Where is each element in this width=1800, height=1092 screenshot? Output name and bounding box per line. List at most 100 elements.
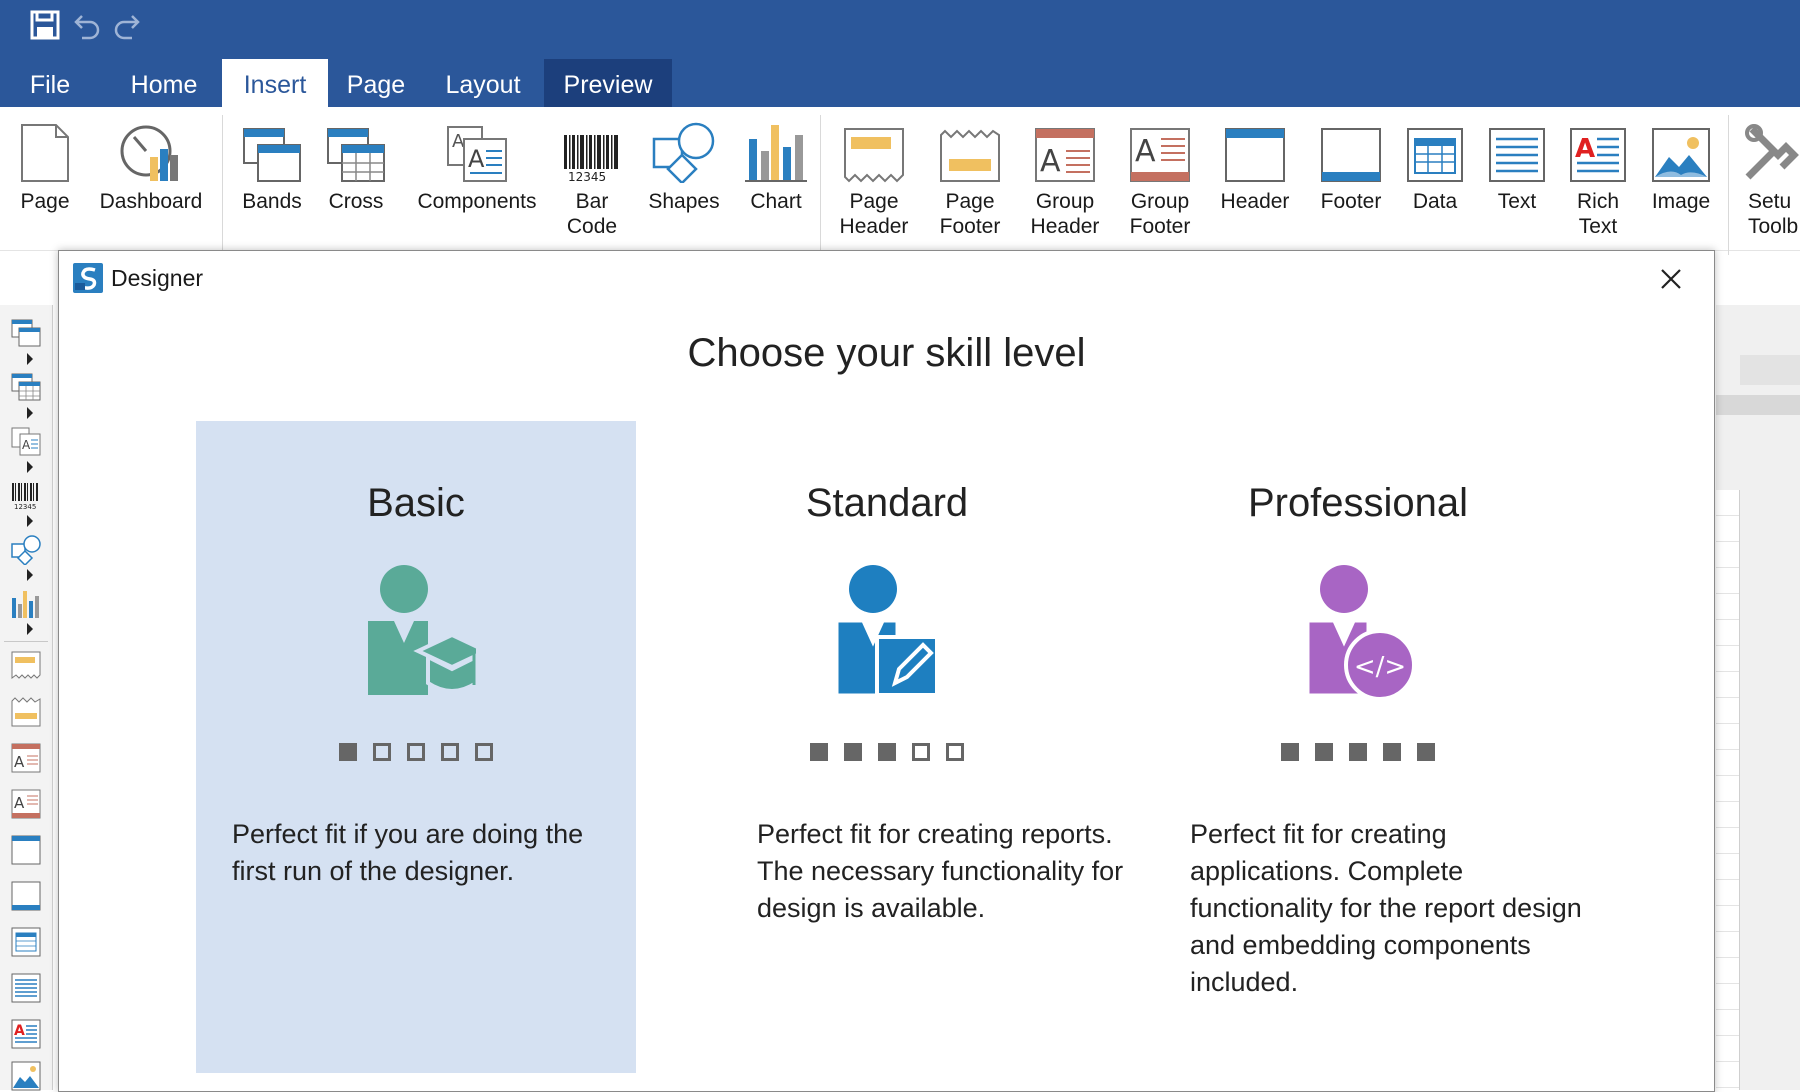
image-icon — [1652, 128, 1710, 182]
bands-label: Bands — [242, 190, 302, 213]
page-header-label: Page Header — [839, 190, 909, 238]
rich-text-icon[interactable]: A — [11, 1019, 41, 1049]
chart-button[interactable]: Chart — [738, 119, 814, 214]
skill-card-basic[interactable]: Basic Perfect fit if you are doing the f… — [196, 421, 636, 1073]
chart-icon[interactable] — [11, 589, 41, 619]
group-header-button[interactable]: A Group Header — [1024, 119, 1106, 239]
shapes-icon[interactable] — [11, 535, 41, 565]
image-icon[interactable] — [11, 1061, 41, 1091]
tab-file[interactable]: File — [10, 59, 90, 107]
shapes-label: Shapes — [648, 190, 720, 213]
bands-icon[interactable] — [11, 319, 41, 349]
text-icon[interactable] — [11, 973, 41, 1003]
redo-icon[interactable] — [110, 8, 146, 44]
page-header-button[interactable]: Page Header — [834, 119, 914, 239]
cross-icon — [327, 128, 385, 182]
tab-preview[interactable]: Preview — [544, 59, 672, 107]
page-footer-icon[interactable] — [11, 697, 41, 727]
save-icon[interactable] — [28, 8, 64, 44]
image-button[interactable]: Image — [1642, 119, 1720, 214]
skill-card-professional[interactable]: Professional </> Perfect fit for creatin… — [1138, 421, 1582, 1073]
card-description: Perfect fit for creating applications. C… — [1190, 819, 1582, 997]
image-label: Image — [1651, 190, 1711, 213]
page-footer-button[interactable]: Page Footer — [930, 119, 1010, 239]
data-label: Data — [1412, 190, 1458, 213]
level-square — [407, 743, 425, 761]
components-button[interactable]: AA Components — [414, 119, 540, 214]
level-square — [878, 743, 896, 761]
user-graduate-icon — [368, 565, 476, 695]
rich-text-button[interactable]: A Rich Text — [1562, 119, 1634, 239]
toolbox-separator — [4, 641, 48, 642]
page-footer-label: Page Footer — [939, 190, 1001, 238]
cross-label: Cross — [328, 190, 384, 213]
footer-icon[interactable] — [11, 881, 41, 911]
header-icon — [1225, 128, 1285, 182]
title-bar — [0, 0, 1800, 59]
rich-text-icon: A — [1570, 128, 1626, 182]
level-square — [946, 743, 964, 761]
components-icon: AA — [447, 126, 507, 182]
data-button[interactable]: Data — [1398, 119, 1472, 214]
header-button[interactable]: Header — [1214, 119, 1296, 214]
text-label: Text — [1497, 190, 1537, 213]
level-square — [441, 743, 459, 761]
level-square — [1281, 743, 1299, 761]
svg-text:A: A — [1040, 144, 1061, 179]
data-icon[interactable] — [11, 927, 41, 957]
card-description: Perfect fit if you are doing the first r… — [232, 819, 584, 886]
user-code-icon: </> — [1306, 565, 1416, 701]
dashboard-button[interactable]: Dashboard — [96, 119, 206, 214]
svg-text:12345: 12345 — [14, 503, 36, 511]
undo-icon[interactable] — [68, 8, 104, 44]
shapes-button[interactable]: Shapes — [644, 119, 724, 214]
text-button[interactable]: Text — [1480, 119, 1554, 214]
page-icon — [21, 124, 69, 182]
expand-arrow-icon[interactable] — [27, 461, 33, 473]
header-icon[interactable] — [11, 835, 41, 865]
card-title: Professional — [1247, 481, 1469, 525]
page-header-icon[interactable] — [11, 651, 41, 681]
chart-icon — [745, 125, 807, 182]
footer-icon — [1321, 128, 1381, 182]
dashboard-label: Dashboard — [99, 190, 203, 213]
cross-icon[interactable] — [11, 373, 41, 403]
page-footer-icon — [940, 129, 1000, 182]
close-icon[interactable] — [1657, 265, 1685, 293]
barcode-icon[interactable]: 12345 — [11, 481, 41, 511]
level-square — [1417, 743, 1435, 761]
tab-home[interactable]: Home — [112, 59, 216, 107]
tab-insert[interactable]: Insert — [222, 59, 328, 107]
group-footer-button[interactable]: A Group Footer — [1120, 119, 1200, 239]
setup-toolbox-button[interactable]: Setu Toolb — [1742, 119, 1800, 239]
svg-text:A: A — [1135, 134, 1156, 169]
group-footer-icon[interactable]: A — [11, 789, 41, 819]
expand-arrow-icon[interactable] — [27, 623, 33, 635]
cross-button[interactable]: Cross — [322, 119, 390, 214]
dashboard-icon — [120, 125, 178, 181]
components-icon[interactable]: A — [11, 427, 41, 457]
level-square — [1349, 743, 1367, 761]
data-icon — [1407, 128, 1463, 182]
page-button[interactable]: Page — [10, 119, 80, 214]
level-square — [912, 743, 930, 761]
expand-arrow-icon[interactable] — [27, 353, 33, 365]
tab-page[interactable]: Page — [336, 59, 416, 107]
expand-arrow-icon[interactable] — [27, 515, 33, 527]
bar-code-button[interactable]: 12345 Bar Code — [556, 119, 628, 239]
text-icon — [1489, 128, 1545, 182]
tab-layout[interactable]: Layout — [430, 59, 536, 107]
ruler — [1740, 355, 1800, 385]
ribbon-insert: Page Dashboard Bands Cross AA Components… — [0, 107, 1800, 255]
components-label: Components — [417, 190, 537, 213]
footer-button[interactable]: Footer — [1310, 119, 1392, 214]
bands-button[interactable]: Bands — [236, 119, 308, 214]
group-header-label: Group Header — [1030, 190, 1100, 238]
expand-arrow-icon[interactable] — [27, 407, 33, 419]
dialog-heading: Choose your skill level — [687, 331, 1086, 375]
expand-arrow-icon[interactable] — [27, 569, 33, 581]
card-title: Standard — [805, 481, 969, 525]
skill-card-standard[interactable]: Standard Perfect fit for creating report… — [667, 421, 1123, 1073]
ribbon-tabs: File Home Insert Page Layout Preview — [0, 59, 1800, 107]
group-header-icon[interactable]: A — [11, 743, 41, 773]
